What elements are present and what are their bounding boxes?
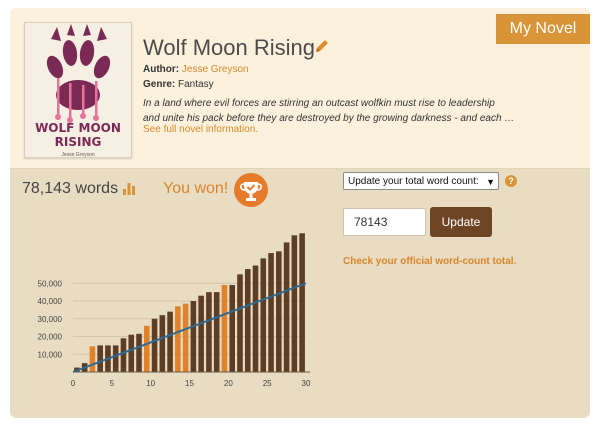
chart-bar [167, 311, 173, 372]
chart-bar [190, 301, 197, 372]
x-tick-label: 15 [185, 379, 194, 388]
x-tick-label: 30 [302, 379, 311, 388]
x-tick-label: 20 [224, 379, 233, 388]
y-tick-label: 30,000 [38, 315, 63, 324]
chart-bar [237, 274, 243, 372]
chart-bar [151, 318, 158, 372]
x-tick-label: 10 [146, 379, 155, 388]
chart-bar [120, 338, 127, 372]
x-tick-label: 0 [71, 379, 76, 388]
y-tick-label: 20,000 [38, 333, 63, 342]
chart-bar [252, 265, 259, 372]
chart-bar [182, 303, 189, 372]
chart-bar [299, 233, 305, 372]
chart-bar [276, 251, 282, 372]
chart-bar [136, 333, 142, 372]
chart-bar [143, 325, 150, 372]
chart-bar [221, 285, 228, 372]
chart-bar [213, 292, 220, 372]
chart-bar [268, 253, 274, 372]
x-tick-label: 25 [263, 379, 272, 388]
chart-bar [97, 345, 103, 372]
chart-bar [128, 334, 135, 372]
y-tick-label: 40,000 [38, 297, 63, 306]
chart-bar [291, 235, 298, 372]
chart-bar [206, 292, 212, 372]
chart-bar [283, 242, 290, 372]
y-tick-label: 10,000 [38, 350, 63, 359]
chart-bar [244, 269, 251, 372]
chart-bar [175, 306, 181, 372]
y-tick-label: 50,000 [38, 279, 63, 288]
word-count-chart: 10,000 20,000 30,000 40,000 50,000 0 5 10 15 20 25… [38, 233, 311, 388]
x-tick-label: 5 [110, 379, 115, 388]
chart-bar [159, 315, 166, 372]
chart-bar [112, 345, 119, 372]
chart-bar [260, 258, 267, 372]
chart-bar [229, 285, 236, 372]
chart-bar [198, 295, 204, 372]
chart-bar [89, 346, 96, 372]
